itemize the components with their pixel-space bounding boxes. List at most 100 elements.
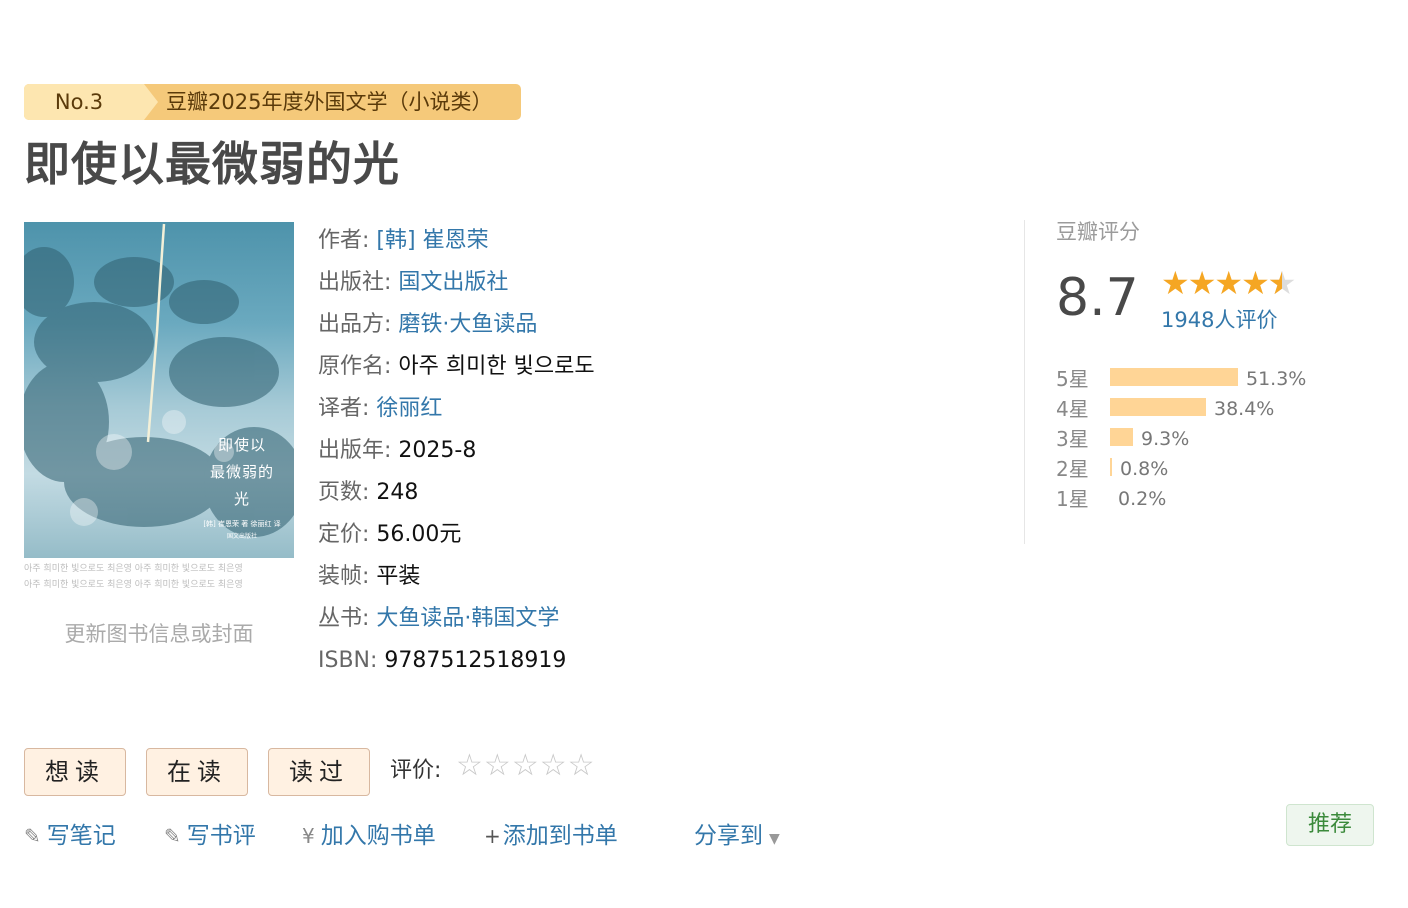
info-row-original: 原作名: 아주 희미한 빛으로도 [318, 346, 595, 388]
book-title: 即使以最微弱的光 [24, 137, 400, 191]
want-to-read-button[interactable]: 想读 [24, 748, 126, 796]
award-text: 豆瓣2025年度外国文学（小说类） [166, 90, 493, 114]
chevron-down-icon: ▼ [769, 831, 780, 847]
info-label: 出版年: [318, 438, 392, 463]
cover-title-line: 即使以 [217, 436, 266, 454]
share-label: 分享到 [694, 823, 763, 849]
isbn: 9787512518919 [384, 648, 567, 673]
cover-title-line: 光 [233, 490, 250, 508]
empty-star-icon[interactable]: ☆ [484, 748, 512, 783]
price: 56.00元 [376, 522, 462, 547]
cover-meta: [韩] 崔恩荣 著 徐丽红 译 [203, 520, 281, 528]
distribution-percent: 9.3% [1141, 428, 1190, 450]
star-icon: ★ [1241, 264, 1270, 302]
star-icon: ★ [1214, 264, 1243, 302]
award-badge[interactable]: No.3 豆瓣2025年度外国文学（小说类） [24, 84, 521, 120]
cover-strip-line: 아주 희미한 빛으로도 최은영 아주 희미한 빛으로도 최은영 [24, 580, 243, 590]
add-cart-link[interactable]: ¥ 加入购书单 [302, 816, 436, 850]
update-info-link[interactable]: 更新图书信息或封面 [24, 618, 294, 648]
info-label: 原作名: [318, 354, 392, 379]
star-icon: ★ [1161, 264, 1190, 302]
info-label: 丛书: [318, 606, 370, 631]
info-label: ISBN: [318, 648, 378, 673]
distribution-row: 4星 38.4% [1056, 394, 1356, 424]
info-row-translator: 译者: 徐丽红 [318, 388, 595, 430]
info-row-year: 出版年: 2025-8 [318, 430, 595, 472]
distribution-row: 1星 0.2% [1056, 484, 1356, 514]
distribution-label: 5星 [1056, 367, 1089, 391]
info-row-binding: 装帧: 平装 [318, 556, 595, 598]
write-note-link[interactable]: ✎ 写笔记 [24, 816, 116, 850]
rating-label: 豆瓣评分 [1056, 220, 1140, 244]
have-read-button[interactable]: 读过 [268, 748, 370, 796]
producer-link[interactable]: 磨铁·大鱼读品 [398, 312, 537, 337]
translator-link[interactable]: 徐丽红 [376, 396, 442, 421]
rating-stars: ★★★★★ ★ [1161, 264, 1297, 302]
distribution-percent: 51.3% [1246, 368, 1307, 390]
award-arrow [144, 84, 158, 120]
distribution-label: 2星 [1056, 457, 1089, 481]
info-label: 译者: [318, 396, 370, 421]
rating-count-link[interactable]: 1948人评价 [1161, 304, 1277, 334]
distribution-percent: 0.8% [1120, 458, 1169, 480]
write-review-link[interactable]: ✎ 写书评 [164, 816, 256, 850]
original-title: 아주 희미한 빛으로도 [398, 354, 595, 379]
add-cart-label: 加入购书单 [320, 823, 436, 849]
reading-button[interactable]: 在读 [146, 748, 248, 796]
distribution-label: 4星 [1056, 397, 1089, 421]
rate-stars[interactable]: ☆☆☆☆☆ [456, 748, 596, 783]
info-row-isbn: ISBN: 9787512518919 [318, 640, 595, 682]
book-cover[interactable]: 即使以 最微弱的 光 [韩] 崔恩荣 著 徐丽红 译 国文出版社 [24, 222, 294, 558]
distribution-label: 1星 [1056, 487, 1089, 511]
recommend-button[interactable]: 推荐 [1286, 804, 1374, 846]
author-link[interactable]: [韩] 崔恩荣 [376, 228, 488, 253]
share-link[interactable]: 分享到 ▼ [694, 816, 780, 850]
half-star-icon: ★ ★ [1267, 264, 1297, 302]
info-row-publisher: 出版社: 国文出版社 [318, 262, 595, 304]
rating-distribution: 5星 51.3% 4星 38.4% 3星 9.3% 2星 0.8% 1星 0.2% [1056, 364, 1356, 514]
pencil-icon: ✎ [164, 824, 181, 848]
cover-publisher-mark: 国文出版社 [226, 533, 257, 540]
info-row-price: 定价: 56.00元 [318, 514, 595, 556]
distribution-label: 3星 [1056, 427, 1089, 451]
rating-score: 8.7 [1056, 268, 1139, 328]
write-review-label: 写书评 [186, 823, 256, 849]
empty-star-icon[interactable]: ☆ [568, 748, 596, 783]
info-label: 定价: [318, 522, 370, 547]
distribution-bar [1110, 428, 1133, 446]
rating-panel: 豆瓣评分 8.7 ★★★★★ ★ 1948人评价 5星 51.3% 4星 38.4% 3星… [1056, 216, 1386, 511]
empty-star-icon[interactable]: ☆ [540, 748, 568, 783]
info-label: 装帧: [318, 564, 370, 589]
star-icon: ★ [1187, 264, 1217, 302]
plus-icon: + [484, 824, 501, 848]
cover-title-line: 最微弱的 [209, 463, 274, 481]
info-row-producer: 出品方: 磨铁·大鱼读品 [318, 304, 595, 346]
cover-title: 即使以 最微弱的 光 [192, 432, 292, 513]
distribution-percent: 38.4% [1214, 398, 1275, 420]
distribution-bar [1110, 398, 1206, 416]
yen-icon: ¥ [302, 824, 315, 848]
info-row-series: 丛书: 大鱼读品·韩国文学 [318, 598, 595, 640]
info-label: 出品方: [318, 312, 392, 337]
distribution-percent: 0.2% [1118, 488, 1167, 510]
empty-star-icon[interactable]: ☆ [456, 748, 484, 783]
distribution-row: 3星 9.3% [1056, 424, 1356, 454]
write-note-label: 写笔记 [46, 823, 116, 849]
info-row-author: 作者: [韩] 崔恩荣 [318, 220, 595, 262]
distribution-bar [1110, 458, 1112, 476]
distribution-row: 5星 51.3% [1056, 364, 1356, 394]
distribution-bar [1110, 368, 1238, 386]
series-link[interactable]: 大鱼读品·韩国文学 [376, 606, 559, 631]
publish-year: 2025-8 [398, 438, 477, 463]
distribution-row: 2星 0.8% [1056, 454, 1356, 484]
info-label: 页数: [318, 480, 370, 505]
add-list-link[interactable]: +添加到书单 [484, 816, 618, 850]
info-row-pages: 页数: 248 [318, 472, 595, 514]
info-label: 出版社: [318, 270, 392, 295]
pencil-icon: ✎ [24, 824, 41, 848]
binding: 平装 [376, 564, 421, 589]
rate-label: 评价: [390, 758, 442, 783]
empty-star-icon[interactable]: ☆ [512, 748, 540, 783]
publisher-link[interactable]: 国文出版社 [398, 270, 508, 295]
page-count: 248 [376, 480, 419, 505]
